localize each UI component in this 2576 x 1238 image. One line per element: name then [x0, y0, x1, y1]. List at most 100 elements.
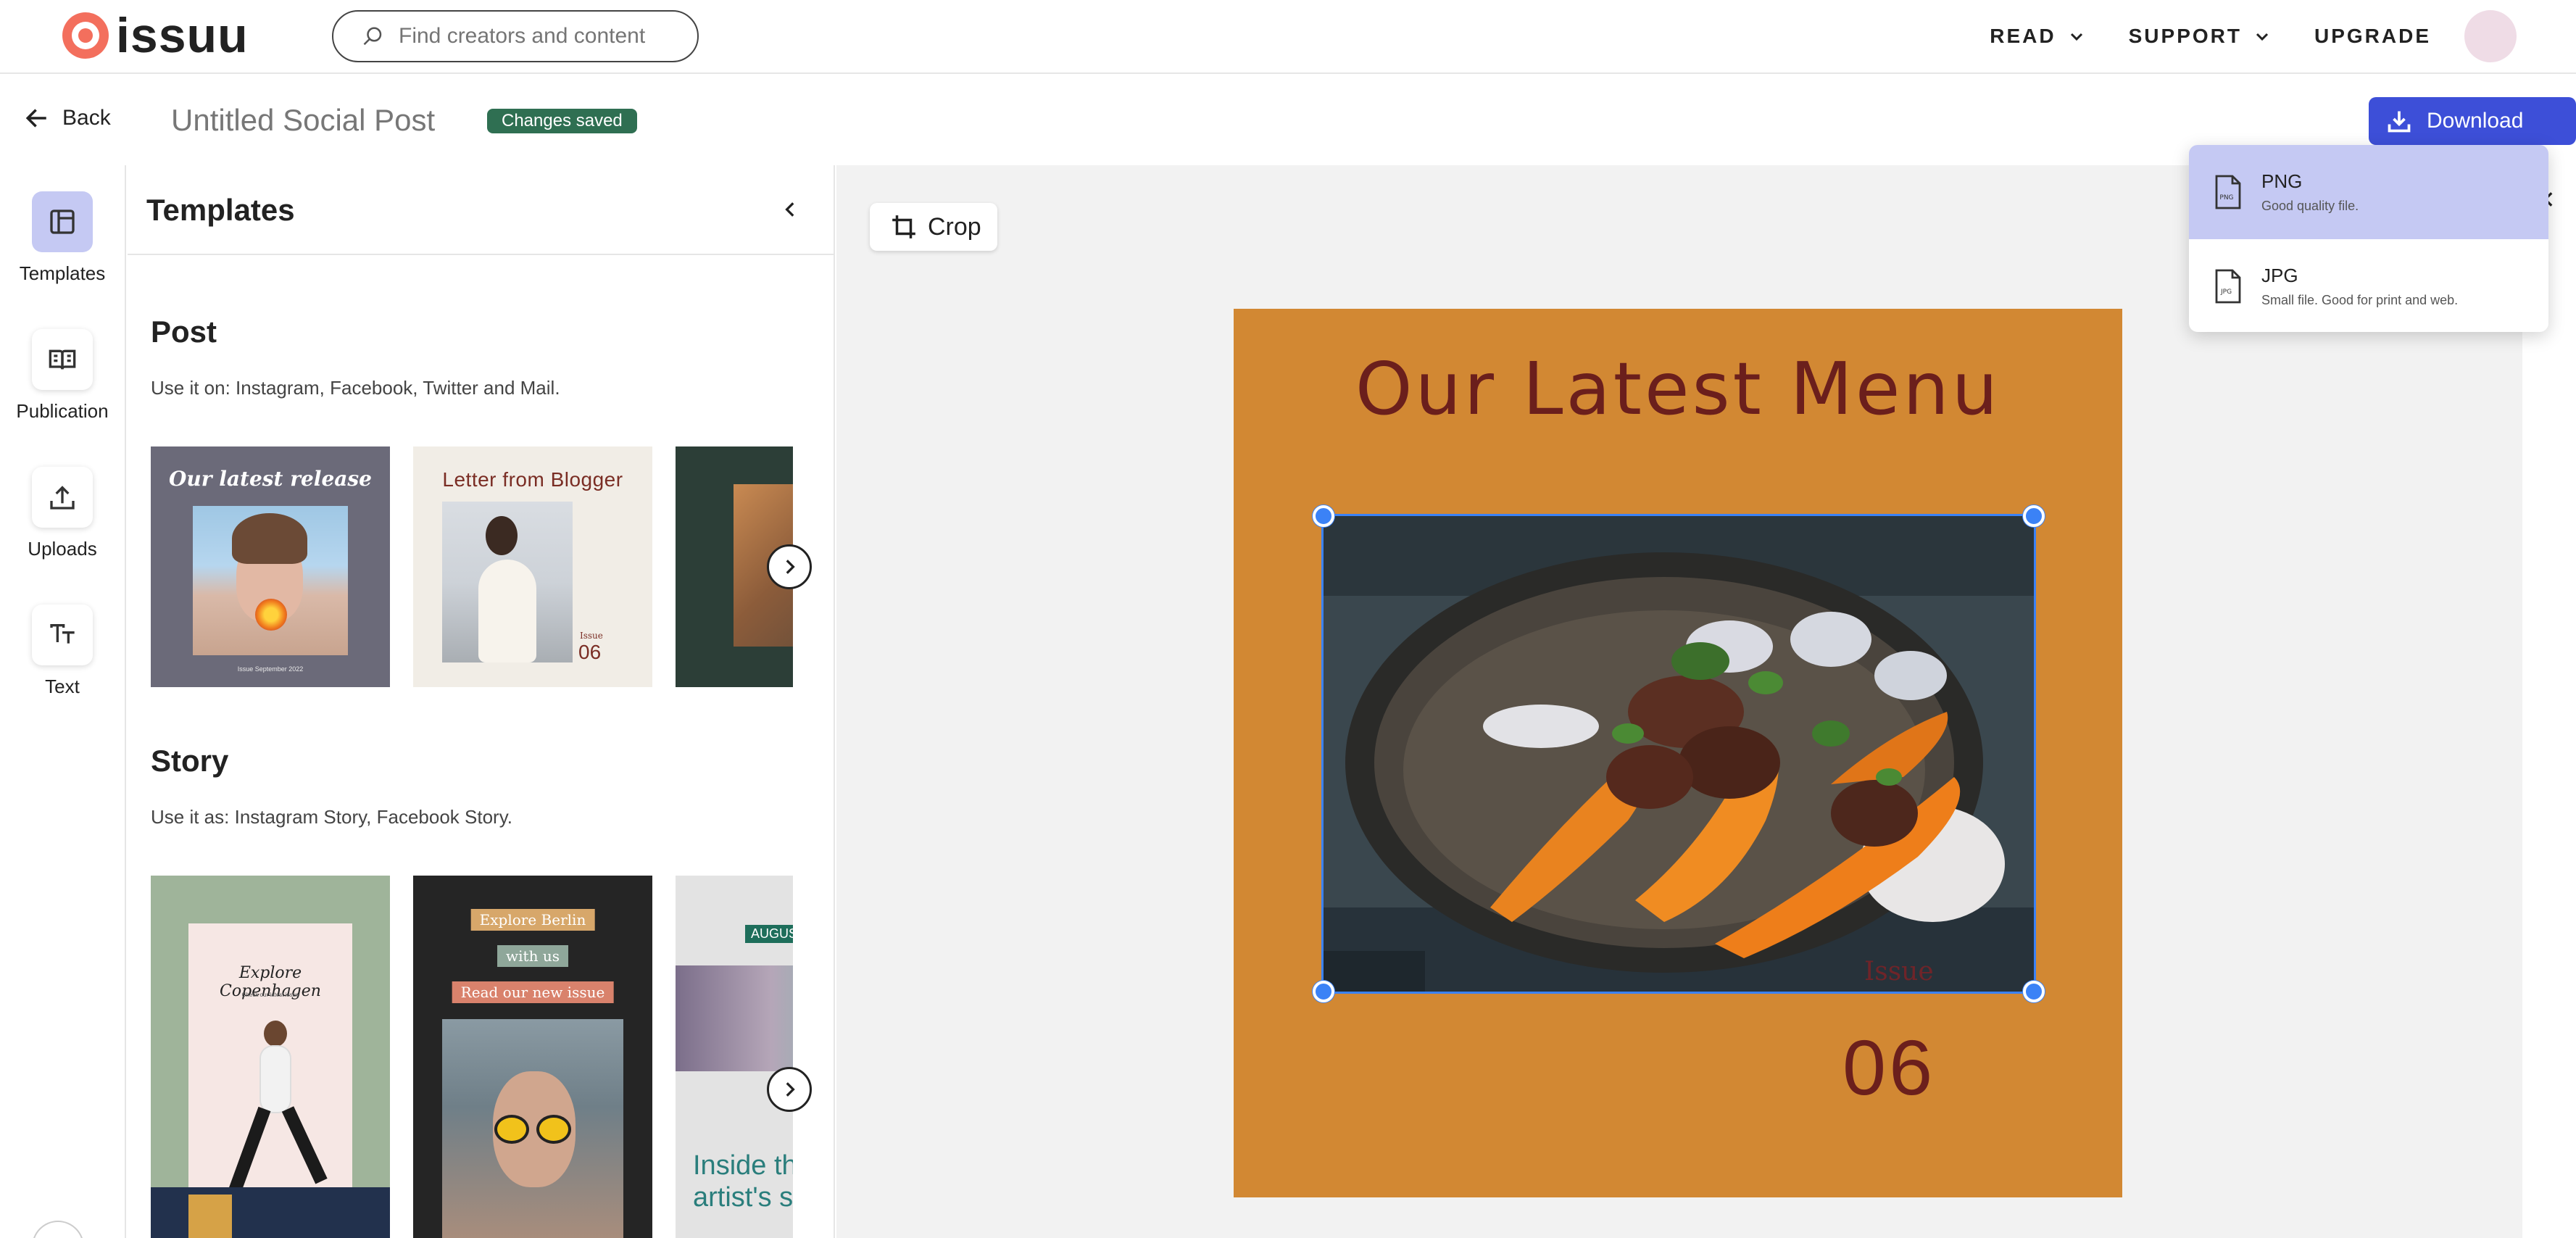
template-heading-line: Inside th: [693, 1150, 793, 1181]
menu-item-png[interactable]: PNG PNG Good quality file.: [2189, 145, 2548, 239]
template-thumbnail-explore-copenhagen[interactable]: Explore Copenhagen Check our latest issu…: [151, 876, 390, 1238]
arrow-left-icon: [25, 109, 46, 128]
post-templates-row: Our latest release Issue September 2022 …: [151, 446, 793, 687]
social-post-artboard[interactable]: Our Latest Menu Issue 06: [1234, 309, 2122, 1197]
template-photo: [676, 965, 793, 1071]
nav-support[interactable]: SUPPORT: [2129, 25, 2271, 48]
layout-icon: [32, 191, 93, 252]
section-title-story: Story: [151, 744, 229, 778]
template-issue-number: 06: [578, 641, 602, 663]
t1-flower: [255, 599, 287, 631]
food-photo: [1324, 516, 2034, 992]
nav-read[interactable]: READ: [1990, 25, 2085, 48]
template-subtitle: Check our latest issue: [241, 992, 299, 998]
template-heading-line: artist's s: [693, 1182, 793, 1213]
section-description-post: Use it on: Instagram, Facebook, Twitter …: [151, 377, 560, 399]
top-navigation: issuu READ SUPPORT UPGRADE: [0, 0, 2576, 74]
tool-rail: Templates Publication Uploads Text: [0, 165, 126, 1238]
crop-label: Crop: [928, 212, 981, 241]
s1-block: [151, 1187, 390, 1238]
section-description-story: Use it as: Instagram Story, Facebook Sto…: [151, 806, 513, 828]
template-tag: with us: [497, 945, 568, 967]
template-heading: Inside th artist's s: [693, 1150, 793, 1213]
nav-support-label: SUPPORT: [2128, 25, 2242, 47]
post-title[interactable]: Our Latest Menu: [1234, 346, 2122, 431]
s1-leg2: [281, 1106, 328, 1184]
png-file-icon: PNG: [2215, 175, 2241, 209]
resize-handle-top-left[interactable]: [1313, 505, 1334, 527]
t2-body: [478, 560, 536, 662]
template-photo: [442, 1019, 623, 1238]
templates-panel: Templates Post Use it on: Instagram, Fac…: [128, 165, 835, 1238]
menu-item-jpg[interactable]: JPG JPG Small file. Good for print and w…: [2189, 239, 2548, 332]
download-icon: [2388, 111, 2411, 133]
document-title[interactable]: Untitled Social Post: [171, 103, 435, 138]
menu-item-text: JPG Small file. Good for print and web.: [2261, 265, 2458, 308]
story-templates-row: Explore Copenhagen Check our latest issu…: [151, 876, 793, 1238]
search-box[interactable]: [332, 10, 699, 62]
menu-item-description: Small file. Good for print and web.: [2261, 293, 2459, 307]
status-badge: Changes saved: [487, 109, 637, 133]
crop-button[interactable]: Crop: [870, 203, 997, 251]
rail-item-publication[interactable]: Publication: [0, 329, 125, 423]
template-issue-label: Issue: [580, 631, 603, 641]
chevron-down-icon: [2070, 33, 2082, 41]
crop-icon: [892, 215, 915, 238]
issuu-logo[interactable]: issuu: [62, 11, 249, 60]
template-tag: AUGUS: [745, 925, 793, 943]
download-label: Download: [2427, 109, 2524, 133]
next-templates-button[interactable]: [767, 544, 812, 589]
panel-title: Templates: [146, 193, 295, 227]
issuu-logo-mark-icon: [62, 12, 109, 59]
svg-text:JPG: JPG: [2220, 288, 2232, 296]
download-button[interactable]: Download: [2369, 97, 2576, 145]
s1-leg1: [228, 1106, 271, 1193]
t1-hair: [232, 513, 307, 564]
t2-head: [486, 516, 518, 555]
post-food-image[interactable]: [1321, 514, 2036, 994]
template-title: Letter from Blogger: [442, 468, 623, 491]
nav-upgrade-label: UPGRADE: [2314, 25, 2431, 47]
text-icon: [32, 605, 93, 665]
menu-item-text: PNG Good quality file.: [2261, 170, 2359, 214]
s2-glass2: [536, 1115, 571, 1144]
book-icon: [32, 329, 93, 390]
search-icon: [363, 27, 382, 46]
template-thumbnail-inside-artist[interactable]: AUGUS Inside th artist's s: [676, 876, 793, 1238]
template-thumbnail-letter-from-blogger[interactable]: Letter from Blogger Issue 06: [413, 446, 652, 687]
next-stories-button[interactable]: [767, 1067, 812, 1112]
menu-item-name: JPG: [2261, 265, 2298, 286]
download-format-menu: PNG PNG Good quality file. JPG JPG Small…: [2189, 145, 2548, 332]
nav-read-label: READ: [1990, 25, 2056, 47]
post-issue-number[interactable]: 06: [1842, 1022, 1935, 1113]
template-thumbnail-latest-release[interactable]: Our latest release Issue September 2022: [151, 446, 390, 687]
rail-item-label: Templates: [19, 262, 106, 284]
upload-icon: [32, 467, 93, 528]
template-tag: Read our new issue: [452, 981, 614, 1003]
resize-handle-bottom-right[interactable]: [2023, 981, 2045, 1002]
avatar[interactable]: [2464, 10, 2517, 62]
back-button[interactable]: Back: [25, 106, 111, 130]
resize-handle-top-right[interactable]: [2023, 505, 2045, 527]
rail-item-label: Text: [45, 676, 80, 697]
rail-item-label: Uploads: [28, 538, 97, 560]
nav-links: READ SUPPORT UPGRADE: [1990, 17, 2431, 55]
more-icon[interactable]: [32, 1221, 84, 1238]
template-tag: Explore Berlin: [470, 909, 595, 931]
section-title-post: Post: [151, 315, 217, 349]
template-footer: Issue September 2022: [237, 665, 304, 673]
search-input[interactable]: [399, 24, 689, 49]
post-issue-label[interactable]: Issue: [1864, 957, 1934, 986]
s1-runner-body: [261, 1047, 290, 1112]
template-thumbnail-explore-berlin[interactable]: Explore Berlin with us Read our new issu…: [413, 876, 652, 1238]
chevron-right-icon: [786, 1082, 795, 1097]
s1-runner-head: [264, 1021, 287, 1047]
rail-item-templates[interactable]: Templates: [0, 191, 125, 285]
resize-handle-bottom-left[interactable]: [1313, 981, 1334, 1002]
template-title: Our latest release: [169, 467, 372, 491]
panel-header: Templates: [128, 165, 834, 255]
nav-upgrade[interactable]: UPGRADE: [2314, 25, 2431, 48]
chevron-left-icon[interactable]: [781, 200, 800, 219]
rail-item-uploads[interactable]: Uploads: [0, 467, 125, 560]
rail-item-text[interactable]: Text: [0, 605, 125, 698]
